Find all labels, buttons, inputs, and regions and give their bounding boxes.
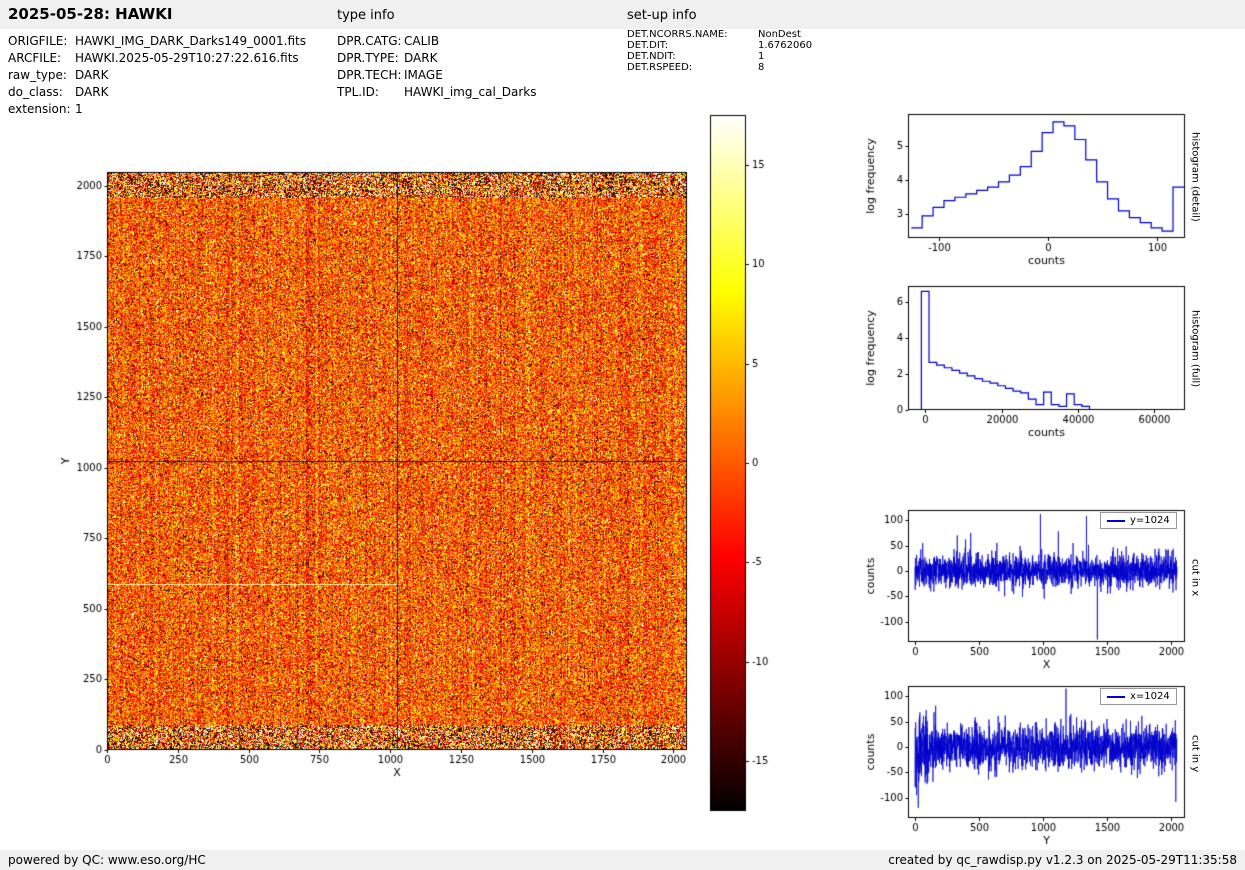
meta-field-label: DPR.TECH: [337, 68, 402, 82]
meta-row: DET.DIT: 1.6762060 [627, 40, 812, 51]
meta-field-value: 1.6762060 [758, 40, 813, 51]
meta-row: DPR.TECH: IMAGE [337, 67, 537, 84]
detector-image-plot [55, 160, 695, 790]
meta-field-value: HAWKI.2025-05-29T10:27:22.616.fits [75, 51, 299, 65]
meta-field-label: ARCFILE: [8, 51, 62, 65]
colorbar [708, 110, 793, 816]
qc-report-page: 2025-05-28: HAWKI type info set-up info … [0, 0, 1245, 870]
setup-info-heading: set-up info [627, 8, 697, 23]
meta-row: ARCFILE: HAWKI.2025-05-29T10:27:22.616.fi… [8, 50, 306, 67]
meta-field-label: DET.NDIT: [627, 51, 676, 62]
histogram-detail-plot [860, 108, 1190, 273]
meta-row: DPR.CATG: CALIB [337, 33, 537, 50]
meta-field-label: DET.RSPEED: [627, 62, 693, 73]
meta-row: raw_type: DARK [8, 67, 306, 84]
header-bar [0, 0, 1245, 29]
side-label-histogram-full: histogram (full) [1189, 310, 1201, 388]
side-label-cut-in-x: cut in x [1189, 558, 1201, 597]
footer-right-text: created by qc_rawdisp.py v1.2.3 on 2025-… [888, 853, 1237, 867]
line-sample-icon [1107, 519, 1125, 522]
line-sample-icon [1107, 695, 1125, 698]
meta-field-value: NonDest [758, 29, 801, 40]
meta-row: TPL.ID: HAWKI_img_cal_Darks [337, 84, 537, 101]
meta-field-value: DARK [404, 51, 438, 65]
file-info-block: ORIGFILE: HAWKI_IMG_DARK_Darks149_0001.fi… [8, 33, 306, 118]
meta-field-value: HAWKI_img_cal_Darks [404, 85, 537, 99]
meta-field-label: DPR.TYPE: [337, 51, 399, 65]
type-info-block: DPR.CATG: CALIB DPR.TYPE: DARK DPR.TECH: IMAG… [337, 33, 537, 101]
legend-cut-y: x=1024 [1100, 688, 1177, 705]
side-label-cut-in-y: cut in y [1189, 734, 1201, 773]
legend-label: x=1024 [1130, 691, 1170, 702]
meta-field-value: DARK [75, 85, 109, 99]
meta-field-value: CALIB [404, 34, 440, 48]
meta-row: DET.NDIT: 1 [627, 51, 812, 62]
meta-row: DET.RSPEED: 8 [627, 62, 812, 73]
meta-row: ORIGFILE: HAWKI_IMG_DARK_Darks149_0001.fi… [8, 33, 306, 50]
meta-field-label: ORIGFILE: [8, 34, 68, 48]
legend-cut-x: y=1024 [1100, 512, 1177, 529]
meta-field-value: IMAGE [404, 68, 443, 82]
side-label-histogram-detail: histogram (detail) [1189, 132, 1201, 222]
meta-field-label: extension: [8, 102, 71, 116]
meta-field-label: raw_type: [8, 68, 67, 82]
meta-field-label: TPL.ID: [337, 85, 379, 99]
meta-field-label: DPR.CATG: [337, 34, 402, 48]
meta-row: DET.NCORRS.NAME: NonDest [627, 29, 812, 40]
meta-row: do_class: DARK [8, 84, 306, 101]
page-title: 2025-05-28: HAWKI [8, 5, 173, 23]
type-info-heading: type info [337, 8, 395, 23]
meta-field-value: HAWKI_IMG_DARK_Darks149_0001.fits [75, 34, 306, 48]
footer-left-text: powered by QC: www.eso.org/HC [8, 853, 206, 867]
setup-info-block: DET.NCORRS.NAME: NonDest DET.DIT: 1.6762060… [627, 29, 812, 73]
meta-row: DPR.TYPE: DARK [337, 50, 537, 67]
meta-field-label: do_class: [8, 85, 63, 99]
meta-field-value: 1 [75, 102, 83, 116]
meta-field-value: DARK [75, 68, 109, 82]
legend-label: y=1024 [1130, 515, 1170, 526]
histogram-full-plot [860, 280, 1190, 445]
meta-field-value: 1 [758, 51, 765, 62]
meta-field-label: DET.NCORRS.NAME: [627, 29, 728, 40]
meta-field-label: DET.DIT: [627, 40, 669, 51]
meta-row: extension: 1 [8, 101, 306, 118]
meta-field-value: 8 [758, 62, 765, 73]
